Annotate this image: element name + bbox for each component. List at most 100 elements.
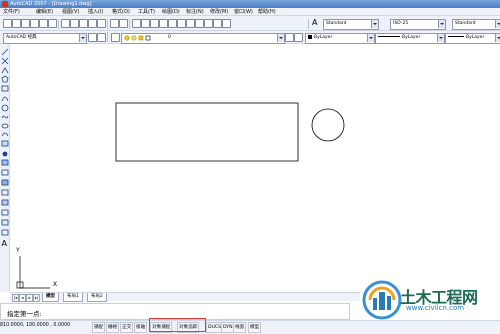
menu-tools[interactable]: 工具(T) (138, 8, 155, 16)
menu-format[interactable]: 格式(O) (112, 8, 130, 16)
ucs-x-label: X (53, 281, 58, 288)
open-file-icon[interactable] (12, 19, 21, 28)
drawing-svg (16, 102, 345, 289)
paste-icon[interactable] (79, 19, 88, 28)
save-icon[interactable] (21, 19, 30, 28)
watermark-url: www.civilcn.com (406, 304, 465, 312)
first-tab-icon[interactable]: |◂ (12, 294, 19, 302)
tab-layout1[interactable]: 布局1 (63, 293, 83, 302)
zoom-previous-icon[interactable] (159, 19, 168, 28)
print-icon[interactable] (30, 19, 39, 28)
dim-style-value: ISO-25 (393, 21, 409, 26)
lineweight-toggle[interactable]: 线宽 (233, 322, 247, 333)
sheet-set-icon[interactable] (195, 19, 204, 28)
make-current-layer-icon[interactable] (285, 33, 294, 42)
chevron-down-icon (79, 34, 86, 42)
drawn-circle[interactable] (311, 108, 345, 142)
menu-window[interactable]: 窗口(W) (234, 8, 253, 16)
toolbar-separator (107, 32, 108, 42)
lineweight-select[interactable]: ByLayer (445, 33, 500, 44)
new-file-icon[interactable] (3, 19, 12, 28)
chevron-down-icon (438, 20, 445, 28)
ucs-icon (16, 256, 50, 289)
help-icon[interactable] (222, 19, 231, 28)
linetype-preview (378, 36, 400, 37)
menu-file[interactable]: 文件(F) (3, 8, 20, 16)
chevron-down-icon (495, 20, 500, 28)
tool-palettes-icon[interactable] (186, 19, 195, 28)
last-tab-icon[interactable]: ▸| (33, 294, 40, 302)
menu-edit[interactable]: 编辑(E) (36, 8, 53, 16)
markup-icon[interactable] (204, 19, 213, 28)
workspace-save-icon[interactable] (97, 33, 106, 42)
coordinate-display[interactable]: 810.0000, 100.0000 , 0.0000 (0, 323, 70, 328)
chevron-down-icon (495, 34, 500, 42)
text-style-icon: A (312, 18, 318, 27)
toolbar-separator (129, 19, 130, 29)
design-center-icon[interactable] (177, 19, 186, 28)
lineweight-value: ByLayer (466, 35, 485, 40)
text-style-select[interactable]: Standard (323, 19, 379, 30)
calculator-icon[interactable] (213, 19, 222, 28)
pan-icon[interactable] (132, 19, 141, 28)
table-style-value: Standard (455, 21, 476, 26)
menu-modify[interactable]: 修改(M) (210, 8, 228, 16)
block-editor-icon[interactable] (97, 19, 106, 28)
prev-tab-icon[interactable]: ◂ (19, 294, 26, 302)
tab-model[interactable]: 模型 (42, 293, 59, 302)
publish-icon[interactable] (48, 19, 57, 28)
snap-toggle[interactable]: 捕捉 (92, 322, 106, 333)
layer-value: 0 (168, 35, 171, 40)
polar-toggle[interactable]: 极轴 (134, 322, 148, 333)
toolbar-separator (58, 19, 59, 29)
menu-dimension[interactable]: 标注(N) (186, 8, 204, 16)
zoom-window-icon[interactable] (150, 19, 159, 28)
drawn-rectangle[interactable] (115, 102, 299, 162)
table-style-select[interactable]: Standard (452, 19, 500, 30)
autocad-logo-icon (2, 1, 8, 7)
properties-icon[interactable] (168, 19, 177, 28)
zoom-realtime-icon[interactable] (141, 19, 150, 28)
dim-style-icon (380, 19, 387, 26)
model-toggle[interactable]: 模型 (248, 322, 262, 333)
layers-properties-toolbar: AutoCAD 经典 0 ByLayer ByLayer ByLayer (0, 31, 500, 44)
cut-icon[interactable] (61, 19, 70, 28)
text-style-value: Standard (326, 21, 347, 26)
menu-view[interactable]: 视图(V) (62, 8, 79, 16)
print-preview-icon[interactable] (39, 19, 48, 28)
layer-select[interactable]: 0 (121, 33, 285, 44)
undo-icon[interactable] (110, 19, 119, 28)
match-properties-icon[interactable] (88, 19, 97, 28)
layer-manager-icon[interactable] (111, 33, 120, 42)
standard-toolbar: A Standard ISO-25 Standard (0, 16, 500, 31)
menu-draw[interactable]: 绘图(D) (162, 8, 180, 16)
menu-help[interactable]: 帮助(H) (258, 8, 276, 16)
ortho-toggle[interactable]: 正交 (120, 322, 134, 333)
toolbar-separator (308, 19, 309, 29)
workspace-value: AutoCAD 经典 (6, 35, 37, 40)
workspace-select[interactable]: AutoCAD 经典 (3, 33, 87, 44)
next-tab-icon[interactable]: ▸ (26, 294, 33, 302)
linetype-select[interactable]: ByLayer (375, 33, 445, 44)
grid-toggle[interactable]: 栅格 (106, 322, 120, 333)
drawing-area[interactable]: Y X (10, 44, 500, 292)
chevron-down-icon (437, 34, 444, 42)
ucs-y-label: Y (16, 247, 20, 254)
menu-insert[interactable]: 插入(I) (88, 8, 103, 16)
watermark: 土木工程网 www.civilcn.com (360, 270, 500, 334)
color-swatch-icon (308, 34, 312, 39)
copy-icon[interactable] (70, 19, 79, 28)
menu-bar: 文件(F) 编辑(E) 视图(V) 插入(I) 格式(O) 工具(T) 绘图(D… (0, 8, 500, 16)
dim-style-select[interactable]: ISO-25 (390, 19, 446, 30)
draw-toolbar: A (0, 44, 10, 292)
layer-previous-icon[interactable] (294, 33, 303, 42)
layer-state-icons (124, 35, 151, 41)
workspace-settings-icon[interactable] (88, 33, 97, 42)
linetype-value: ByLayer (402, 35, 421, 40)
lineweight-preview (448, 36, 464, 37)
chevron-down-icon (277, 34, 284, 42)
color-select[interactable]: ByLayer (305, 33, 375, 44)
redo-icon[interactable] (119, 19, 128, 28)
chevron-down-icon (371, 20, 378, 28)
tab-layout2[interactable]: 布局2 (87, 293, 107, 302)
